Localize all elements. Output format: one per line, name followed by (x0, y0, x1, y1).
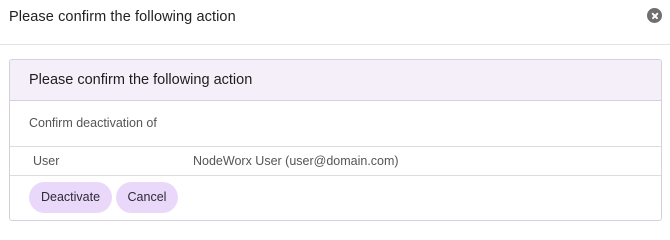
panel-intro: Confirm deactivation of (10, 101, 661, 147)
detail-label: User (33, 154, 60, 168)
dialog-title: Please confirm the following action (9, 9, 236, 25)
close-icon[interactable] (647, 8, 662, 23)
dialog-header: Please confirm the following action (0, 0, 670, 45)
intro-text: Confirm deactivation of (29, 116, 157, 130)
panel-title: Please confirm the following action (29, 72, 253, 88)
deactivate-button[interactable]: Deactivate (29, 182, 112, 213)
action-bar: Deactivate Cancel (10, 176, 661, 220)
confirmation-panel: Please confirm the following action Conf… (9, 59, 662, 221)
cancel-button[interactable]: Cancel (116, 182, 178, 213)
panel-heading: Please confirm the following action (10, 60, 661, 101)
detail-value: NodeWorx User (user@domain.com) (193, 154, 399, 168)
detail-row-user: User NodeWorx User (user@domain.com) (10, 147, 661, 176)
